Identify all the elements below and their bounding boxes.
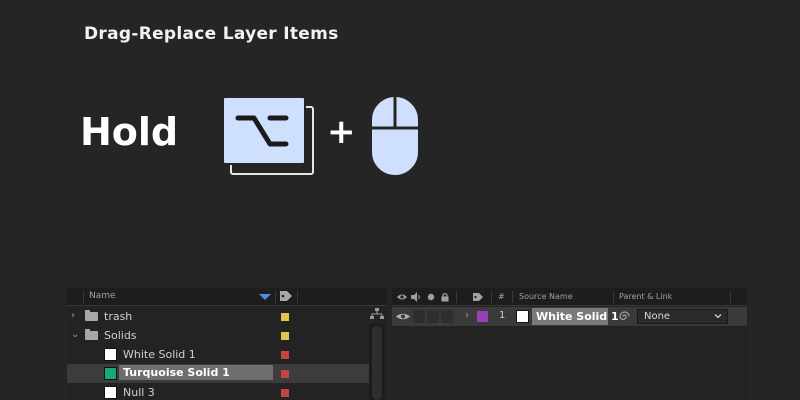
solid-swatch xyxy=(104,348,117,361)
item-label: Turquoise Solid 1 xyxy=(119,365,273,380)
parent-value: None xyxy=(644,311,671,322)
project-item-turquoise-solid-1[interactable]: Turquoise Solid 1 xyxy=(67,364,369,383)
parent-dropdown[interactable]: None xyxy=(637,309,728,324)
eye-icon[interactable] xyxy=(396,311,410,322)
lock-toggle[interactable] xyxy=(441,310,453,323)
label-color-chip[interactable] xyxy=(281,370,289,378)
chevron-down-icon[interactable]: ⌄ xyxy=(71,329,79,340)
layer-swatch xyxy=(516,310,529,323)
chevron-down-icon xyxy=(714,314,722,319)
project-header: Name xyxy=(67,288,387,306)
folder-icon xyxy=(85,329,98,340)
item-label: Null 3 xyxy=(123,386,155,399)
solid-swatch xyxy=(104,386,117,399)
audio-icon[interactable] xyxy=(411,292,421,302)
label-color-chip[interactable] xyxy=(281,389,289,397)
layer-number-header: # xyxy=(498,292,505,301)
label-color-chip[interactable] xyxy=(281,332,289,340)
item-label: trash xyxy=(104,310,133,323)
project-panel: Name › trash ⌄ Solids White Solid 1 Turq… xyxy=(67,288,387,400)
item-label: Solids xyxy=(104,329,137,342)
pick-whip-icon[interactable] xyxy=(618,310,631,323)
scrollbar-thumb[interactable] xyxy=(372,326,382,400)
plus-sign: + xyxy=(327,112,356,152)
tutorial-title: Drag-Replace Layer Items xyxy=(84,24,339,44)
layer-label-color[interactable] xyxy=(477,311,488,322)
source-name-header[interactable]: Source Name xyxy=(519,292,573,301)
timeline-panel: # Source Name Parent & Link › 1 White So… xyxy=(392,288,747,400)
name-column-header[interactable]: Name xyxy=(89,291,116,301)
option-key-icon xyxy=(222,96,318,178)
solo-toggle[interactable] xyxy=(427,310,439,323)
chevron-right-icon[interactable]: › xyxy=(71,310,75,321)
project-item-null-3[interactable]: Null 3 xyxy=(67,383,369,400)
project-item-trash[interactable]: › trash xyxy=(67,307,369,326)
folder-icon xyxy=(85,310,98,321)
project-item-solids[interactable]: ⌄ Solids xyxy=(67,326,369,345)
timeline-layer-row[interactable]: › 1 White Solid 1 None xyxy=(392,307,747,326)
label-color-chip[interactable] xyxy=(281,351,289,359)
mouse-icon xyxy=(370,95,420,177)
item-label: White Solid 1 xyxy=(123,348,196,361)
flowchart-icon[interactable] xyxy=(370,308,384,320)
parent-link-header[interactable]: Parent & Link xyxy=(619,292,672,301)
project-item-white-solid-1[interactable]: White Solid 1 xyxy=(67,345,369,364)
label-color-chip[interactable] xyxy=(281,313,289,321)
eye-icon[interactable] xyxy=(397,292,407,302)
solo-icon[interactable] xyxy=(426,292,436,302)
hold-label: Hold xyxy=(80,110,179,154)
layer-source-name[interactable]: White Solid 1 xyxy=(532,308,619,325)
solid-swatch xyxy=(104,367,117,380)
project-scrollbar[interactable] xyxy=(369,324,385,400)
sort-arrow-icon[interactable] xyxy=(259,294,271,300)
timeline-header: # Source Name Parent & Link xyxy=(392,288,747,306)
label-tag-icon[interactable] xyxy=(472,292,484,302)
label-tag-icon[interactable] xyxy=(279,290,293,302)
layer-number: 1 xyxy=(499,310,506,321)
lock-icon[interactable] xyxy=(440,292,450,302)
audio-toggle[interactable] xyxy=(413,310,425,323)
chevron-right-icon[interactable]: › xyxy=(465,310,469,321)
